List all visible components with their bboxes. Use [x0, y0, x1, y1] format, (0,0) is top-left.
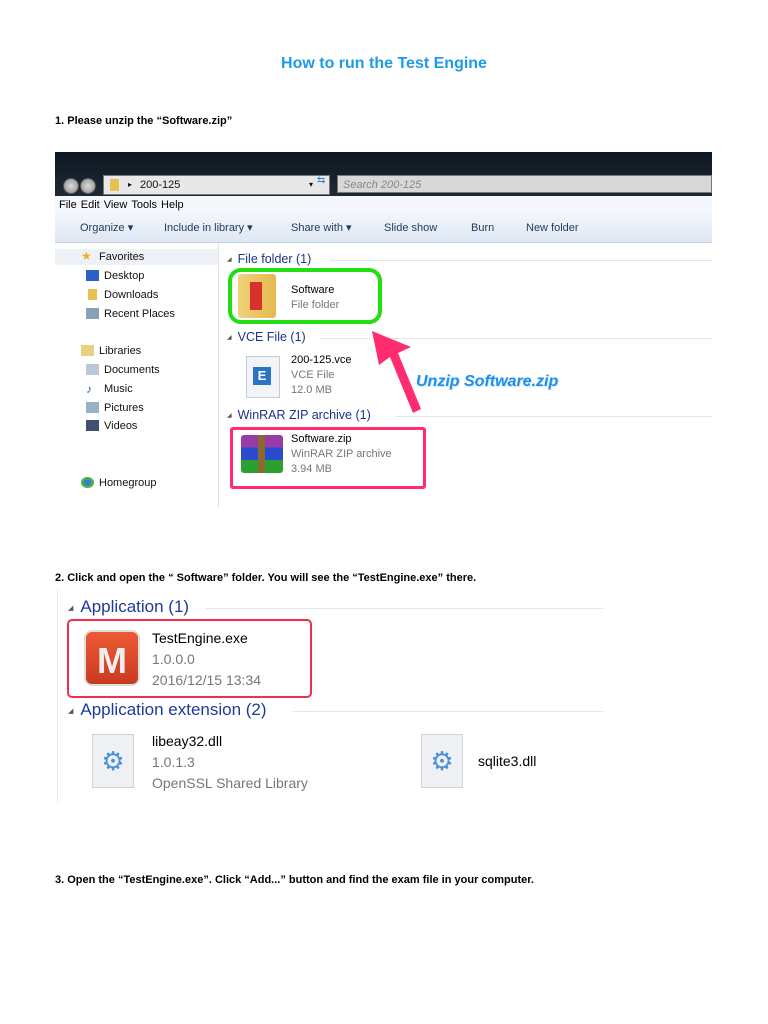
winrar-archive-icon	[241, 435, 283, 473]
sidebar-item-recent-places[interactable]: Recent Places	[104, 308, 175, 320]
downloads-icon	[88, 289, 97, 300]
navigation-pane: ★ Favorites Desktop Downloads Recent Pla…	[55, 243, 219, 508]
breadcrumb-arrow-icon: ▸	[128, 180, 133, 189]
item-name: TestEngine.exe	[152, 630, 248, 646]
group-header-file-folder[interactable]: File folder (1)	[227, 252, 312, 266]
pictures-icon	[86, 402, 99, 413]
folder-icon	[110, 179, 119, 191]
item-date: 2016/12/15 13:34	[152, 672, 261, 688]
address-text: 200-125	[140, 179, 181, 191]
star-icon: ★	[81, 249, 92, 263]
folder-icon	[238, 274, 276, 318]
sidebar-item-pictures[interactable]: Pictures	[104, 402, 144, 414]
music-icon: ♪	[86, 382, 92, 396]
annotation-text: Unzip Software.zip	[416, 373, 559, 390]
testengine-app-icon: M	[84, 630, 140, 686]
address-bar[interactable]: ▸ 200-125 ▾	[103, 175, 330, 195]
include-in-library-button[interactable]: Include in library ▾	[164, 214, 253, 242]
menu-view[interactable]: View	[104, 199, 128, 211]
group-header-application-extension[interactable]: Application extension (2)	[68, 700, 266, 720]
file-item-vce[interactable]: 200-125.vce VCE File 12.0 MB	[291, 353, 352, 398]
item-size: 3.94 MB	[291, 463, 332, 475]
libraries-icon	[81, 345, 94, 356]
item-version: 1.0.0.0	[152, 651, 195, 667]
sidebar-item-desktop[interactable]: Desktop	[104, 270, 144, 282]
command-bar: Organize ▾ Include in library ▾ Share wi…	[55, 214, 712, 243]
desktop-icon	[86, 270, 99, 281]
item-type: File folder	[291, 299, 340, 311]
dll-gear-icon: ⚙	[92, 734, 134, 788]
explorer-screenshot: ▸ 200-125 ▾ ⇆ Search 200-125 File Edit Vie…	[55, 152, 712, 508]
page-title: How to run the Test Engine	[281, 55, 487, 72]
group-header-winrar-zip[interactable]: WinRAR ZIP archive (1)	[227, 408, 371, 422]
item-name: Software	[291, 284, 335, 296]
file-item-software-zip[interactable]: Software.zip WinRAR ZIP archive 3.94 MB	[291, 432, 392, 477]
item-version: 1.0.1.3	[152, 754, 195, 770]
step-1-text: 1. Please unzip the “Software.zip”	[55, 115, 233, 127]
homegroup-icon	[81, 477, 94, 488]
folder-contents-screenshot: Application (1) M TestEngine.exe 1.0.0.0 2…	[57, 590, 603, 802]
refresh-icon[interactable]: ⇆	[317, 175, 325, 186]
sidebar-item-music[interactable]: Music	[104, 383, 133, 395]
dropdown-icon[interactable]: ▾	[309, 176, 313, 194]
group-header-vce-file[interactable]: VCE File (1)	[227, 330, 306, 344]
step-2-text: 2. Click and open the “ Software” folder…	[55, 572, 477, 584]
item-size: 12.0 MB	[291, 384, 332, 396]
sidebar-item-libraries[interactable]: Libraries	[99, 345, 141, 357]
sidebar-item-videos[interactable]: Videos	[104, 420, 137, 432]
menu-file[interactable]: File	[59, 199, 77, 211]
forward-button[interactable]	[80, 178, 96, 194]
dll-gear-icon: ⚙	[421, 734, 463, 788]
item-name: libeay32.dll	[152, 733, 223, 749]
item-name: 200-125.vce	[291, 354, 352, 366]
file-item-software-folder[interactable]: Software File folder	[291, 283, 339, 313]
documents-icon	[86, 364, 99, 375]
sidebar-item-homegroup[interactable]: Homegroup	[99, 477, 156, 489]
sidebar-item-downloads[interactable]: Downloads	[104, 289, 158, 301]
item-name: Software.zip	[291, 433, 352, 445]
recent-places-icon	[86, 308, 99, 319]
item-type: WinRAR ZIP archive	[291, 448, 392, 460]
item-type: VCE File	[291, 369, 335, 381]
file-item-testengine[interactable]: TestEngine.exe 1.0.0.0 2016/12/15 13:34	[152, 628, 261, 691]
videos-icon	[86, 420, 99, 431]
menu-bar: File Edit View Tools Help	[55, 196, 712, 214]
slide-show-button[interactable]: Slide show	[384, 214, 437, 242]
file-item-libeay32[interactable]: libeay32.dll 1.0.1.3 OpenSSL Shared Librar…	[152, 731, 308, 794]
sidebar-item-documents[interactable]: Documents	[104, 364, 160, 376]
organize-button[interactable]: Organize ▾	[80, 214, 133, 242]
group-header-application[interactable]: Application (1)	[68, 597, 189, 617]
pink-arrow-icon	[372, 331, 421, 413]
step-3-text: 3. Open the “TestEngine.exe”. Click “Add…	[55, 874, 534, 886]
document-page: How to run the Test Engine 1. Please unz…	[0, 0, 768, 1024]
file-item-sqlite3[interactable]: sqlite3.dll	[478, 751, 536, 772]
item-name: sqlite3.dll	[478, 753, 537, 769]
search-input[interactable]: Search 200-125	[337, 175, 712, 193]
sidebar-item-favorites[interactable]: Favorites	[99, 251, 144, 263]
item-description: OpenSSL Shared Library	[152, 775, 308, 791]
menu-tools[interactable]: Tools	[131, 199, 157, 211]
new-folder-button[interactable]: New folder	[526, 214, 579, 242]
menu-help[interactable]: Help	[161, 199, 184, 211]
menu-edit[interactable]: Edit	[81, 199, 100, 211]
share-with-button[interactable]: Share with ▾	[291, 214, 352, 242]
back-button[interactable]	[63, 178, 79, 194]
burn-button[interactable]: Burn	[471, 214, 494, 242]
vce-file-icon: E	[246, 356, 280, 398]
